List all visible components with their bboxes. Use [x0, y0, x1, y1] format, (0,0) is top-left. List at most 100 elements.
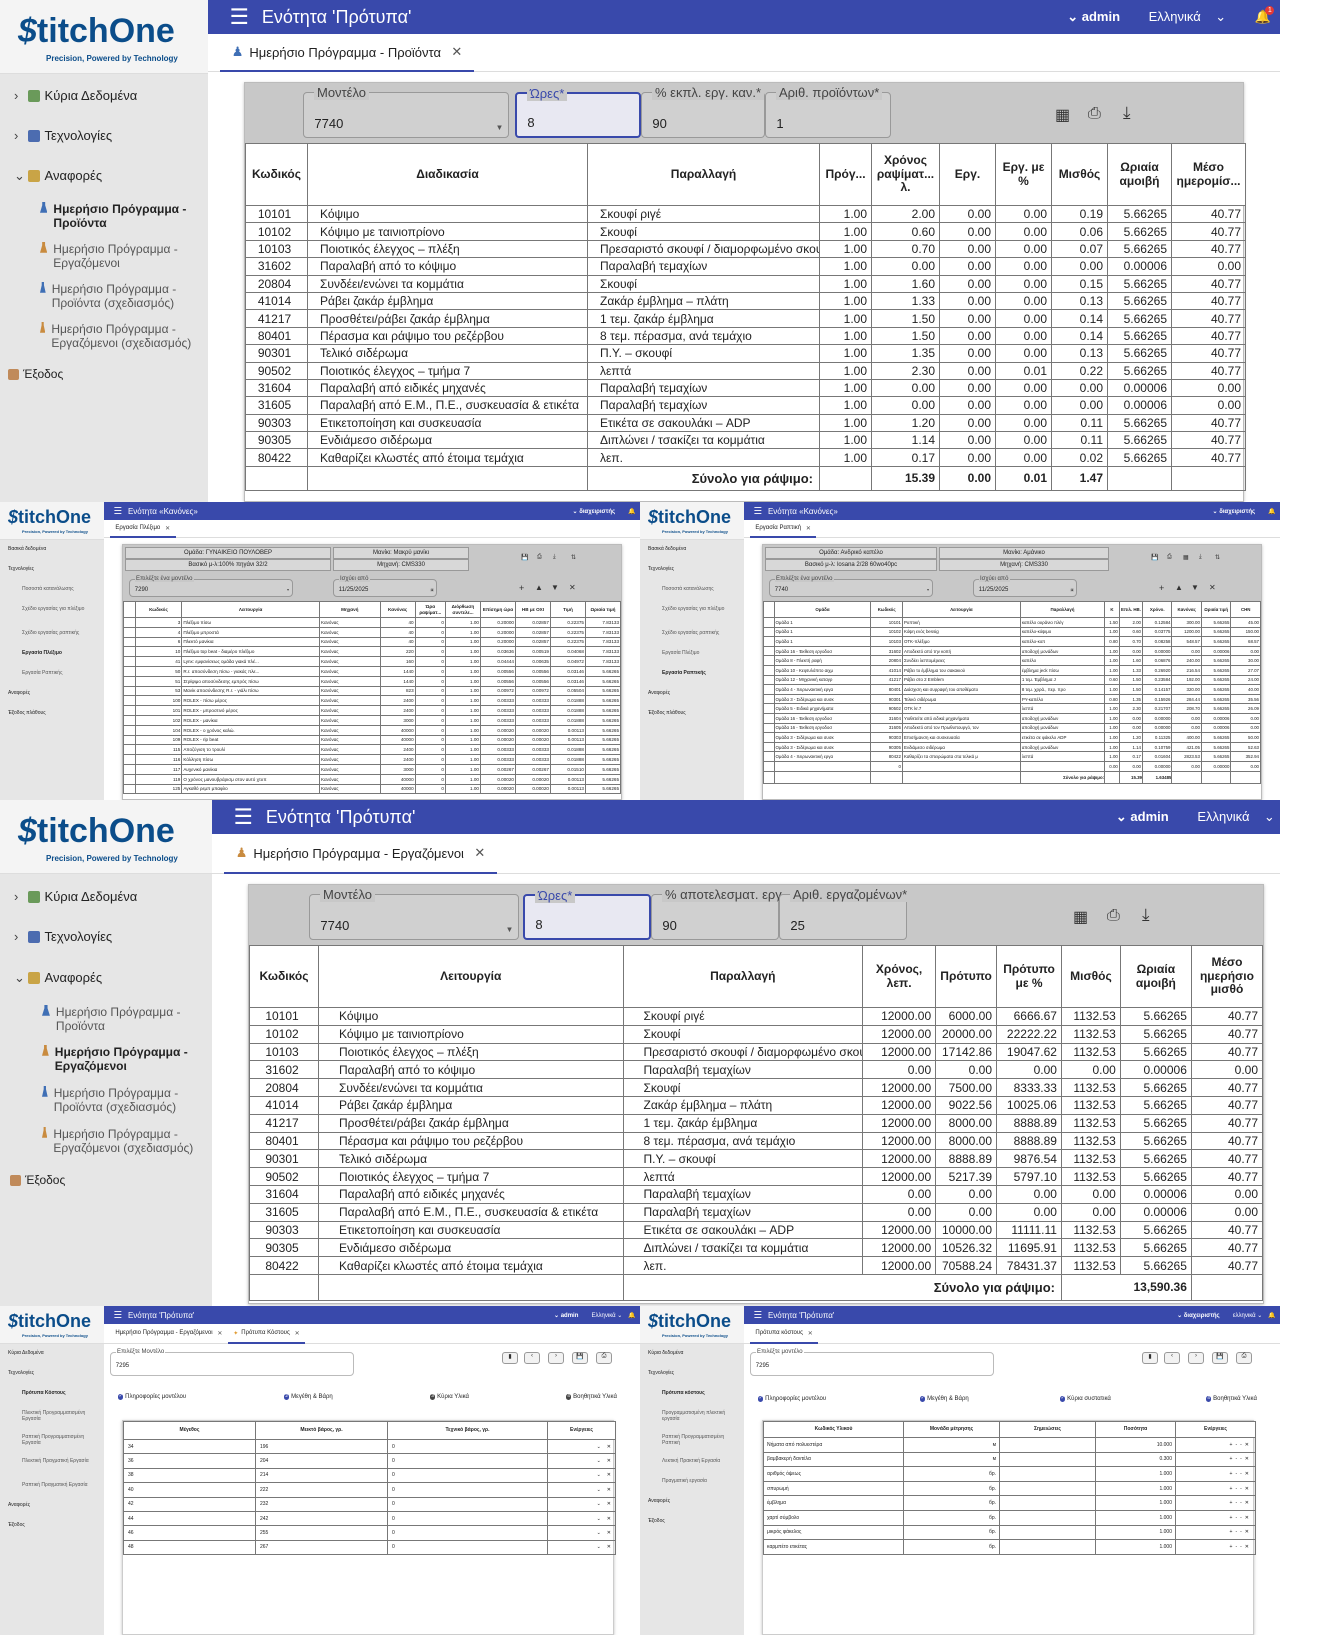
- table-cell[interactable]: Κανόνας: [318, 783, 381, 795]
- table-cell[interactable]: 0: [387, 1438, 548, 1455]
- table-cell[interactable]: Κανόνας: [318, 695, 381, 707]
- nav-item-7[interactable]: Αναφορές: [8, 1502, 100, 1508]
- material-cell[interactable]: χαρτί σύμβολο: [763, 1509, 904, 1526]
- table-cell[interactable]: Κανόνας: [318, 665, 381, 677]
- table-cell[interactable]: 1.00: [444, 646, 481, 658]
- table-cell[interactable]: 0.14157: [1141, 684, 1173, 695]
- column-header[interactable]: Λειτουργία: [901, 601, 1021, 618]
- table-cell[interactable]: 1.00: [444, 783, 481, 795]
- add-icon[interactable]: +: [1159, 583, 1164, 593]
- unit-cell[interactable]: бр.: [903, 1524, 1000, 1541]
- column-header[interactable]: Κωδικός Υλικού: [763, 1421, 904, 1438]
- tab-sewing-work[interactable]: Εργασία Ραπτική ✕: [750, 520, 817, 538]
- table-cell[interactable]: 0.60: [1104, 674, 1120, 686]
- table-cell[interactable]: [901, 760, 1021, 772]
- table-cell[interactable]: αποδοχή μονάδων: [1019, 645, 1106, 657]
- row-select-handle[interactable]: [763, 703, 775, 714]
- row-select-handle[interactable]: [123, 695, 136, 707]
- column-header[interactable]: Κ: [1104, 601, 1120, 618]
- table-cell[interactable]: Ομάδα 4 - Χειρωνακτική εργα: [773, 684, 872, 695]
- column-header[interactable]: Μισθός: [1060, 945, 1121, 1008]
- table-cell[interactable]: ROLEX - μπροστινό μέρος: [181, 705, 320, 716]
- table-cell[interactable]: Κανόνας: [318, 724, 381, 736]
- table-cell[interactable]: 2400: [379, 744, 416, 756]
- table-row[interactable]: 119 Ο χρόνος μανουβράρισμ στον αυτό χτυπ Κ…: [123, 773, 622, 785]
- table-cell[interactable]: Ομάδα 8 - Πλεκτή ραφή: [773, 655, 872, 666]
- table-cell[interactable]: 1.35: [1118, 693, 1144, 705]
- row-select-handle[interactable]: [123, 773, 136, 785]
- table-cell[interactable]: Κανόνας: [318, 646, 381, 658]
- table-cell[interactable]: 0.00113: [549, 724, 586, 736]
- date-input[interactable]: Ισχύει από 11/25/2025 ▣: [973, 576, 1077, 597]
- table-row[interactable]: 80422 Καθαρίζει κλωστές από έτοιμα τεμάχι…: [248, 1256, 1264, 1275]
- nav-item-3[interactable]: Πλεκτική Προγραμματισμένη Εργασία: [22, 1410, 100, 1422]
- notes-cell[interactable]: [999, 1466, 1096, 1482]
- table-row[interactable]: Ομάδα 1 10102 Κόψη ενός bessig καπέλο-κόψιμ…: [763, 626, 1261, 638]
- nav-item-5[interactable]: Λεκτική Πρακτική Εργασία: [662, 1458, 740, 1464]
- close-icon[interactable]: ✕: [451, 44, 462, 60]
- download-icon[interactable]: ⤓: [1142, 905, 1150, 925]
- nav-sub-products[interactable]: Ημερήσιο Πρόγραμμα - Προϊόντα: [40, 202, 200, 230]
- nav-item-6[interactable]: Εργασία Ραπτικής: [662, 670, 740, 676]
- table-cell[interactable]: 0.00333: [479, 705, 516, 716]
- table-cell[interactable]: 68.57: [1230, 636, 1261, 647]
- table-cell[interactable]: 0.00333: [514, 754, 551, 765]
- table-row[interactable]: 31605 Παραλαβή από Ε.Μ., Π.Ε., συσκευασία…: [245, 396, 1246, 415]
- notes-cell[interactable]: [999, 1451, 1096, 1468]
- table-cell[interactable]: Κανόνας: [318, 763, 381, 775]
- notes-cell[interactable]: [999, 1509, 1096, 1526]
- table-cell[interactable]: 1.00: [1104, 664, 1120, 676]
- table-cell[interactable]: 0: [414, 705, 446, 716]
- table-cell[interactable]: 0.00: [1230, 722, 1261, 734]
- table-cell[interactable]: 104: [134, 724, 183, 736]
- table-cell[interactable]: 0.00: [1230, 760, 1261, 772]
- table-row[interactable]: 90305 Ενδιάμεσο σιδέρωμα Διπλώνει / τσακίζ…: [245, 431, 1246, 450]
- column-header[interactable]: Κανόνας: [379, 601, 416, 618]
- table-cell[interactable]: Αποζύγιση το τρουλί: [181, 744, 320, 756]
- table-cell[interactable]: 5.66265: [1200, 693, 1232, 705]
- table-cell[interactable]: 0.20000: [479, 636, 516, 648]
- table-cell[interactable]: Ομάδα 3 - Σιδέρωμα και συσκ: [773, 741, 872, 753]
- table-row[interactable]: Ομάδα 1 10103 ΟΤΚ-πλέξιμο καπέλο-κοπ 0.80 0.7…: [763, 636, 1261, 647]
- date-input[interactable]: Ισχύει από 11/25/2025 ▣: [333, 576, 437, 597]
- table-cell[interactable]: 0.00: [1230, 712, 1261, 724]
- expand-icon[interactable]: ⌄: [597, 1472, 601, 1478]
- table-cell[interactable]: 38: [123, 1467, 256, 1484]
- table-cell[interactable]: 2400: [379, 695, 416, 707]
- row-select-handle[interactable]: [763, 626, 775, 638]
- nav-item-1[interactable]: Τεχνολογίες: [8, 1370, 100, 1376]
- table-cell[interactable]: 0: [414, 714, 446, 726]
- row-select-handle[interactable]: [763, 684, 775, 695]
- table-cell[interactable]: ετικέτα σε φάκελο ADP: [1019, 732, 1106, 743]
- column-header[interactable]: Τιμή: [549, 601, 586, 618]
- table-cell[interactable]: Ομάδα 10 - Κεφτυλόπιτο αιχμ: [773, 664, 872, 676]
- table-cell[interactable]: 0.00333: [514, 744, 551, 756]
- table-row[interactable]: 101 ROLEX - μπροστινό μέρος Κανόνας 2400 0 1.…: [123, 705, 622, 716]
- table-row[interactable]: Ομάδα 10 - Κεφτυλόπιτο αιχμ 41014 Ράβει το…: [763, 664, 1261, 676]
- table-cell[interactable]: 0: [387, 1525, 548, 1541]
- table-cell[interactable]: 5.66265: [1200, 751, 1232, 762]
- user-menu[interactable]: ⌄ διαχειριστής: [1177, 1312, 1220, 1319]
- table-cell[interactable]: 0.00006: [1200, 712, 1232, 724]
- table-cell[interactable]: 36: [123, 1453, 256, 1469]
- material-cell[interactable]: αριθμός όψεως: [763, 1466, 904, 1482]
- user-menu[interactable]: ⌄ admin: [1067, 9, 1120, 25]
- close-icon[interactable]: ✕: [1209, 583, 1216, 592]
- table-cell[interactable]: 5.66265: [584, 783, 622, 795]
- row-select-handle[interactable]: [763, 760, 775, 772]
- table-cell[interactable]: 0: [414, 783, 446, 795]
- table-cell[interactable]: 1.00: [1104, 703, 1120, 714]
- table-row[interactable]: 90301 Τελικό σιδέρωμα Π.Υ. – σκουφί 1.00 1.3…: [245, 344, 1246, 363]
- table-cell[interactable]: Επισήμανση και συσκευασία: [901, 732, 1021, 743]
- table-cell[interactable]: 31605: [870, 722, 903, 734]
- table-cell[interactable]: 1.00: [1104, 751, 1120, 762]
- table-cell[interactable]: 0.00020: [479, 783, 516, 795]
- table-cell[interactable]: 5.66265: [584, 734, 622, 746]
- table-cell[interactable]: Στρίψιμο αποσύνδεσης εμπρός πίσω: [181, 675, 320, 687]
- table-cell[interactable]: Πλέξιμο μπροστά: [181, 626, 320, 638]
- table-cell[interactable]: 5.66265: [584, 685, 622, 697]
- table-cell[interactable]: 20804: [870, 655, 903, 666]
- table-cell[interactable]: καπέλο ουράνιο πλέγ: [1019, 617, 1106, 628]
- table-cell[interactable]: 0: [387, 1539, 548, 1556]
- save-icon[interactable]: 💾: [521, 554, 528, 561]
